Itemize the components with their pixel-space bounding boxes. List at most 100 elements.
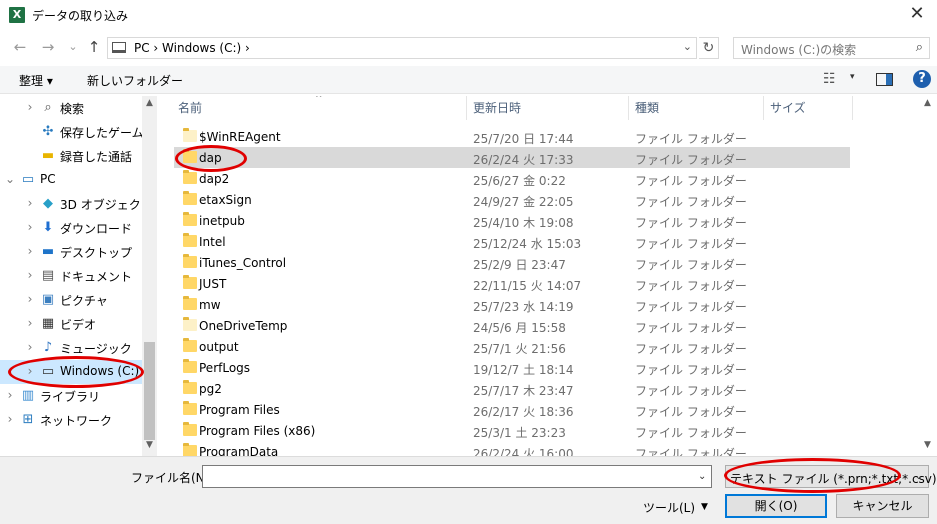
search-icon: ⌕ — [44, 100, 52, 115]
file-type: ファイル フォルダー — [635, 195, 747, 209]
search-input[interactable]: Windows (C:)の検索 ⌕ — [733, 37, 930, 59]
forward-arrow-icon[interactable]: → — [37, 37, 59, 57]
file-row[interactable]: Intel 25/12/24 水 15:03 ファイル フォルダー — [174, 231, 850, 252]
list-scroll-up-icon[interactable]: ▲ — [924, 98, 931, 108]
file-row[interactable]: pg2 25/7/17 木 23:47 ファイル フォルダー — [174, 378, 850, 399]
sidebar-item-games[interactable]: ✣ 保存したゲーム — [0, 120, 144, 144]
network-icon: ⊞ — [22, 412, 34, 427]
file-row[interactable]: Program Files (x86) 25/3/1 土 23:23 ファイル フォ… — [174, 420, 850, 441]
file-date: 25/3/1 土 23:23 — [473, 426, 566, 440]
expand-chevron-icon[interactable]: › — [20, 340, 40, 354]
expand-chevron-icon[interactable]: › — [20, 292, 40, 306]
file-name: pg2 — [199, 382, 222, 396]
file-row[interactable]: iTunes_Control 25/2/9 日 23:47 ファイル フォルダー — [174, 252, 850, 273]
folder-icon — [183, 338, 197, 352]
file-row[interactable]: PerfLogs 19/12/7 土 18:14 ファイル フォルダー — [174, 357, 850, 378]
column-header-type[interactable]: 種類 — [629, 96, 764, 120]
tools-menu-button[interactable]: ツール(L) — [643, 499, 695, 516]
file-row[interactable]: dap2 25/6/27 金 0:22 ファイル フォルダー — [174, 168, 850, 189]
address-bar[interactable]: PC › Windows (C:) › ⌄ — [107, 37, 697, 59]
pc-icon: ▭ — [21, 172, 35, 187]
sidebar-item-document[interactable]: › ▤ ドキュメント — [0, 264, 142, 288]
file-row[interactable]: inetpub 25/4/10 木 19:08 ファイル フォルダー — [174, 210, 850, 231]
file-row[interactable]: OneDriveTemp 24/5/6 月 15:58 ファイル フォルダー — [174, 315, 850, 336]
expand-chevron-icon[interactable]: › — [20, 268, 40, 282]
sidebar-item-network[interactable]: › ⊞ ネットワーク — [0, 408, 142, 432]
nav-scrollbar-thumb[interactable] — [144, 342, 155, 440]
expand-chevron-icon[interactable]: › — [20, 316, 40, 330]
cancel-button[interactable]: キャンセル — [836, 494, 929, 518]
view-options-icon[interactable]: ☷ — [823, 71, 836, 87]
folder-icon — [183, 149, 197, 163]
expand-chevron-icon[interactable]: › — [20, 220, 40, 234]
column-header-size[interactable]: サイズ — [764, 96, 853, 120]
file-name: dap — [199, 151, 222, 165]
sort-ascending-icon: ^ — [315, 96, 323, 104]
sidebar-item-label: 検索 — [60, 102, 85, 116]
folder-icon — [183, 128, 197, 142]
file-date: 22/11/15 火 14:07 — [473, 279, 582, 293]
view-dropdown-chevron-icon[interactable]: ▾ — [850, 72, 855, 82]
filter-chevron-icon[interactable]: ⌄ — [915, 471, 923, 482]
close-button[interactable]: ✕ — [897, 0, 937, 30]
nav-scroll-up-icon[interactable]: ▲ — [142, 98, 157, 108]
file-type-filter-select[interactable]: テキスト ファイル (*.prn;*.txt;*.csv) ⌄ — [725, 465, 937, 488]
expand-chevron-icon[interactable]: › — [0, 388, 20, 402]
expand-chevron-icon[interactable]: › — [20, 196, 40, 210]
organize-menu-button[interactable]: 整理 ▾ — [19, 72, 53, 89]
file-row[interactable]: JUST 22/11/15 火 14:07 ファイル フォルダー — [174, 273, 850, 294]
expand-chevron-icon[interactable]: › — [0, 412, 20, 426]
file-date: 24/9/27 金 22:05 — [473, 195, 574, 209]
expand-chevron-icon[interactable]: › — [20, 364, 40, 378]
file-type: ファイル フォルダー — [635, 384, 747, 398]
file-date: 25/7/20 日 17:44 — [473, 132, 574, 146]
sidebar-item-pc[interactable]: ⌄ ▭ PC — [0, 168, 142, 192]
expand-chevron-icon[interactable]: › — [20, 100, 40, 114]
file-date: 25/4/10 木 19:08 — [473, 216, 574, 230]
file-row[interactable]: Program Files 26/2/17 火 18:36 ファイル フォルダー — [174, 399, 850, 420]
file-type: ファイル フォルダー — [635, 216, 747, 230]
file-name: mw — [199, 298, 221, 312]
sidebar-item-label: ダウンロード — [60, 222, 133, 236]
expand-chevron-icon[interactable]: › — [20, 244, 40, 258]
column-header-date[interactable]: 更新日時 — [467, 96, 629, 120]
list-scroll-down-icon[interactable]: ▼ — [924, 440, 931, 450]
file-list-scrollbar[interactable] — [922, 96, 937, 456]
file-date: 26/2/24 火 17:33 — [473, 153, 574, 167]
sidebar-item-music[interactable]: › ♪ ミュージック — [0, 336, 142, 360]
sidebar-item-desktop[interactable]: › ▬ デスクトップ — [0, 240, 142, 264]
file-row[interactable]: mw 25/7/23 水 14:19 ファイル フォルダー — [174, 294, 850, 315]
filename-input[interactable] — [202, 465, 712, 488]
nav-scroll-down-icon[interactable]: ▼ — [142, 440, 157, 450]
help-icon[interactable]: ? — [913, 70, 931, 88]
file-row[interactable]: output 25/7/1 火 21:56 ファイル フォルダー — [174, 336, 850, 357]
sidebar-item-folder[interactable]: ▬ 録音した通話 — [0, 144, 142, 168]
new-folder-button[interactable]: 新しいフォルダー — [87, 72, 183, 89]
file-row[interactable]: etaxSign 24/9/27 金 22:05 ファイル フォルダー — [174, 189, 850, 210]
sidebar-item-download[interactable]: › ⬇ ダウンロード — [0, 216, 142, 240]
open-button[interactable]: 開く(O) — [725, 494, 827, 518]
recent-locations-chevron-icon[interactable]: ⌄ — [62, 37, 84, 57]
file-row[interactable]: dap 26/2/24 火 17:33 ファイル フォルダー — [174, 147, 850, 168]
sidebar-item-drive[interactable]: › ▭ Windows (C:) — [0, 360, 142, 384]
command-toolbar: 整理 ▾ 新しいフォルダー ☷ ▾ ? — [0, 66, 937, 94]
filename-history-chevron-icon[interactable]: ⌄ — [698, 471, 706, 482]
sidebar-item-search[interactable]: › ⌕ 検索 — [0, 96, 142, 120]
address-dropdown-chevron-icon[interactable]: ⌄ — [683, 40, 692, 53]
tools-dropdown-icon[interactable]: ▼ — [701, 502, 708, 512]
expand-chevron-icon[interactable]: ⌄ — [0, 172, 20, 186]
sidebar-item-video[interactable]: › ▦ ビデオ — [0, 312, 142, 336]
up-arrow-icon[interactable]: ↑ — [83, 37, 105, 57]
preview-pane-icon[interactable] — [876, 73, 893, 86]
file-row[interactable]: ProgramData 26/2/24 火 16:00 ファイル フォルダー — [174, 441, 850, 456]
excel-app-icon: X — [9, 7, 25, 23]
sidebar-item-label: 保存したゲーム — [60, 126, 144, 140]
file-row[interactable]: $WinREAgent 25/7/20 日 17:44 ファイル フォルダー — [174, 126, 850, 147]
refresh-icon[interactable]: ↻ — [699, 37, 719, 59]
sidebar-item-3d-objects[interactable]: › ◆ 3D オブジェクト — [0, 192, 153, 216]
file-date: 25/2/9 日 23:47 — [473, 258, 566, 272]
file-type: ファイル フォルダー — [635, 300, 747, 314]
sidebar-item-library[interactable]: › ▥ ライブラリ — [0, 384, 142, 408]
back-arrow-icon[interactable]: ← — [9, 37, 31, 57]
sidebar-item-picture[interactable]: › ▣ ピクチャ — [0, 288, 142, 312]
